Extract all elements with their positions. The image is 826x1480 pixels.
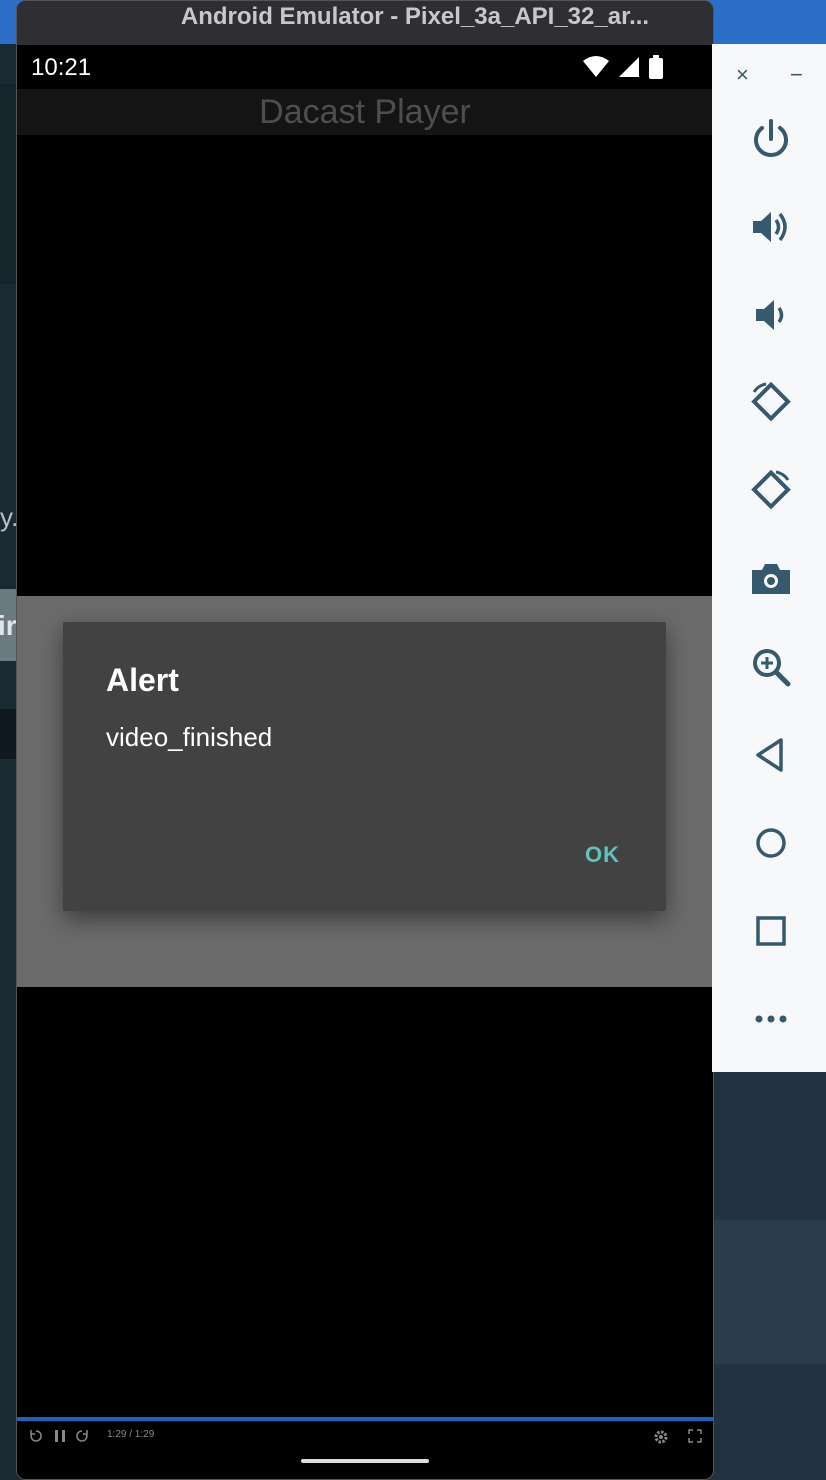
alert-dialog: Alert video_finished OK [63,622,666,911]
controls-row: 1:29 / 1:29 [17,1425,713,1453]
player-controls: 1:29 / 1:29 [17,1417,713,1457]
rotate-left-button[interactable] [742,374,800,432]
overview-icon [756,916,786,946]
replay-icon[interactable] [29,1429,43,1443]
status-icons [583,55,663,79]
android-status-bar: 10:21 [17,45,713,89]
volume-down-icon [756,300,784,330]
power-icon [754,119,788,157]
zoom-button[interactable] [742,638,800,696]
back-icon [756,738,783,772]
ok-button[interactable]: OK [585,842,620,868]
rotate-left-icon [751,381,791,422]
screenshot-button[interactable] [742,550,800,608]
zoom-icon [753,649,791,687]
power-button[interactable] [742,110,800,168]
more-icon [755,1015,787,1023]
battery-icon [649,55,663,79]
back-button[interactable] [742,726,800,784]
home-button[interactable] [742,814,800,872]
rotate-right-icon [751,469,791,510]
app-title: Dacast Player [259,93,471,131]
signal-icon [619,57,639,77]
home-icon [756,828,786,858]
volume-up-button[interactable] [742,198,800,256]
more-button[interactable] [742,990,800,1048]
player-time: 1:29 / 1:29 [107,1429,155,1440]
app-bar: Dacast Player [17,89,713,135]
rotate-right-button[interactable] [742,462,800,520]
desktop-right-background [712,1072,826,1480]
desktop-text-fragment: ir [0,610,17,641]
progress-fill [17,1417,713,1421]
dialog-title: Alert [106,662,179,698]
window-title: Android Emulator - Pixel_3a_API_32_ar... [180,3,650,30]
forward-icon[interactable] [75,1429,89,1443]
window-titlebar[interactable]: Android Emulator - Pixel_3a_API_32_ar... [17,1,713,45]
desktop-panel [712,1220,826,1364]
settings-icon[interactable] [653,1429,669,1445]
emulator-side-toolbar: × − [712,44,826,1072]
volume-down-button[interactable] [742,286,800,344]
pause-icon[interactable] [53,1429,67,1443]
overview-button[interactable] [742,902,800,960]
minimize-button[interactable]: − [790,62,803,88]
volume-up-icon [753,212,787,242]
camera-icon [752,564,790,594]
status-time: 10:21 [31,54,92,81]
close-button[interactable]: × [736,62,749,88]
dialog-message: video_finished [106,722,273,752]
wifi-icon [583,56,609,77]
progress-track[interactable] [17,1417,713,1421]
emulator-window: Android Emulator - Pixel_3a_API_32_ar...… [16,0,714,1480]
gesture-home-bar[interactable] [301,1459,429,1463]
fullscreen-icon[interactable] [688,1429,702,1443]
